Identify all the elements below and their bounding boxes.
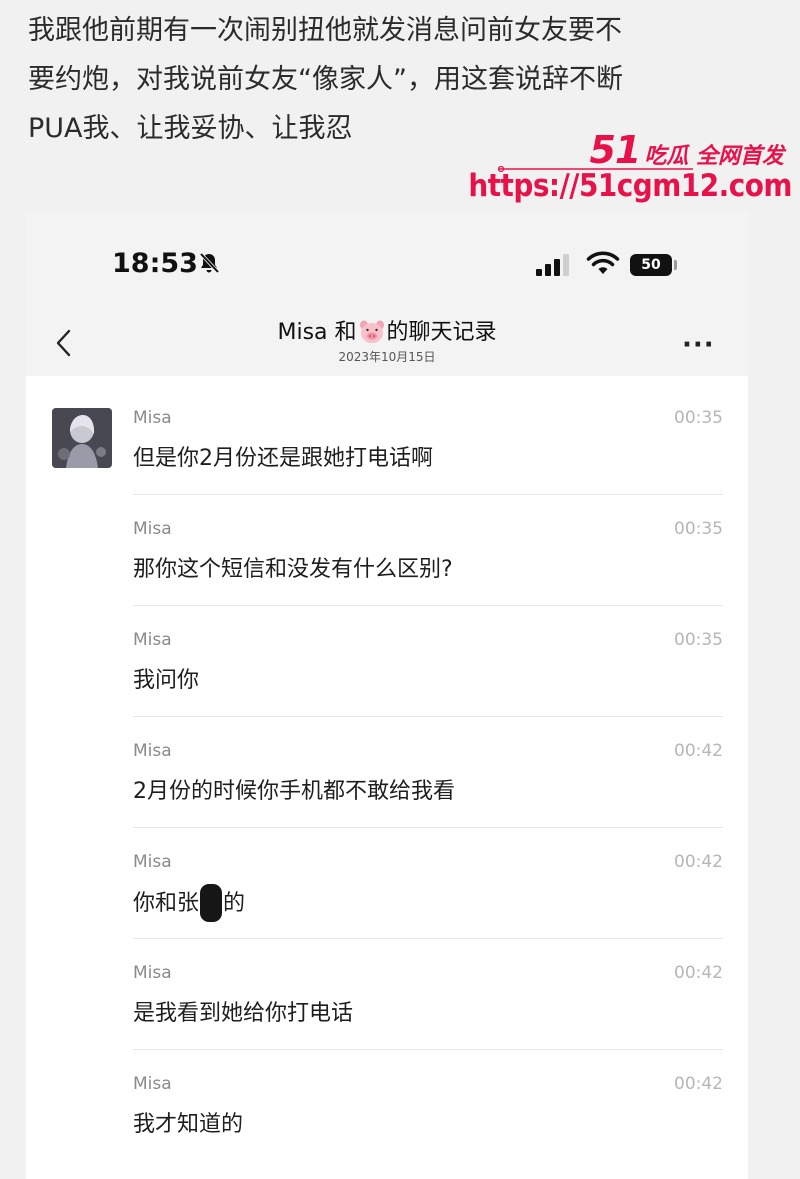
message-sender: Misa: [133, 852, 172, 872]
message-text: 你和张的: [133, 884, 245, 922]
message-sender: Misa: [133, 408, 172, 428]
message-sender: Misa: [133, 741, 172, 761]
message-item: Misa 00:35 但是你2月份还是跟她打电话啊: [133, 408, 723, 519]
message-divider: [133, 827, 723, 828]
chat-title-suffix: 的聊天记录: [386, 320, 497, 345]
caption-line: 要约炮，对我说前女友“像家人”，用这套说辞不断: [28, 64, 623, 95]
message-time: 00:35: [674, 519, 723, 539]
message-time: 00:42: [674, 852, 723, 872]
message-text: 我才知道的: [133, 1112, 244, 1137]
avatar: [52, 408, 112, 468]
message-text: 那你这个短信和没发有什么区别?: [133, 557, 453, 582]
message-item: Misa 00:35 我问你: [133, 630, 723, 741]
battery-icon: 50: [630, 254, 672, 276]
battery-tip: [674, 260, 677, 270]
message-item: Misa 00:42 我才知道的: [133, 1074, 723, 1179]
message-text-before: 你和张: [133, 891, 200, 916]
message-item: Misa 00:42 2月份的时候你手机都不敢给我看: [133, 741, 723, 852]
message-divider: [133, 938, 723, 939]
message-text: 是我看到她给你打电话: [133, 1001, 354, 1026]
message-divider: [133, 716, 723, 717]
watermark: 51 吃瓜 全网首发 https://51cgm12.com: [468, 128, 792, 210]
message-sender: Misa: [133, 519, 172, 539]
chat-date: 2023年10月15日: [338, 350, 436, 364]
message-time: 00:42: [674, 963, 723, 983]
bell-slash-icon: [199, 252, 220, 274]
redaction-mark: [200, 884, 223, 922]
message-sender: Misa: [133, 630, 172, 650]
message-text: 但是你2月份还是跟她打电话啊: [133, 446, 433, 471]
chat-title-prefix: Misa 和: [277, 320, 357, 345]
pig-face-icon: [359, 320, 384, 343]
watermark-url: https://51cgm12.com: [468, 168, 792, 204]
message-time: 00:35: [674, 630, 723, 650]
caption-line: 我跟他前期有一次闹别扭他就发消息问前女友要不: [28, 15, 622, 46]
message-sender: Misa: [133, 963, 172, 983]
status-time: 18:53: [112, 248, 198, 279]
message-time: 00:42: [674, 1074, 723, 1094]
wifi-icon: [586, 251, 620, 274]
message-divider: [133, 1049, 723, 1050]
signal-icon: [536, 254, 569, 276]
message-divider: [133, 494, 723, 495]
message-text: 2月份的时候你手机都不敢给我看: [133, 779, 455, 804]
message-time: 00:35: [674, 408, 723, 428]
chat-screenshot: 18:53 50 Misa 和 的聊天记录 2023年10月15日 ··· Mi…: [26, 212, 748, 1179]
message-text: 我问你: [133, 668, 200, 693]
top-bar: 18:53 50 Misa 和 的聊天记录 2023年10月15日 ···: [26, 212, 748, 376]
message-item: Misa 00:35 那你这个短信和没发有什么区别?: [133, 519, 723, 630]
message-sender: Misa: [133, 1074, 172, 1094]
message-item: Misa 00:42 你和张的: [133, 852, 723, 963]
message-text-after: 的: [223, 891, 246, 916]
message-divider: [133, 605, 723, 606]
chat-title: Misa 和 的聊天记录: [26, 314, 748, 346]
message-item: Misa 00:42 是我看到她给你打电话: [133, 963, 723, 1074]
more-dots-icon[interactable]: ···: [682, 330, 715, 360]
message-time: 00:42: [674, 741, 723, 761]
